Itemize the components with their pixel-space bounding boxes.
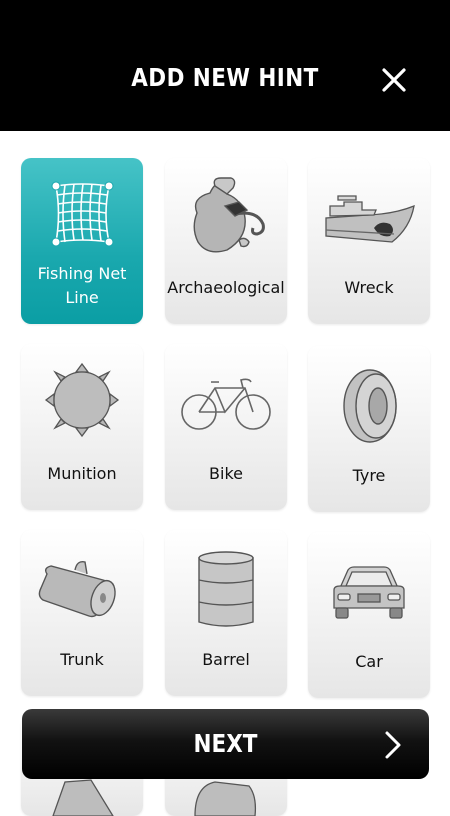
header-bar: ADD NEW HINT	[0, 0, 450, 131]
category-label: Bike	[209, 464, 243, 483]
category-barrel[interactable]: Barrel	[165, 530, 287, 696]
next-button-label: NEXT	[193, 729, 258, 758]
category-tyre[interactable]: Tyre	[308, 346, 430, 512]
category-label: Tyre	[352, 466, 386, 485]
category-wreck[interactable]: Wreck	[308, 158, 430, 324]
category-label: Fishing Net Line	[37, 264, 127, 307]
page-title: ADD NEW HINT	[131, 63, 319, 92]
category-label: Trunk	[60, 650, 104, 669]
fishing-net-icon	[51, 181, 114, 247]
tree-trunk-icon	[38, 560, 116, 618]
category-label: Car	[355, 652, 383, 671]
chevron-right-icon[interactable]	[383, 730, 403, 760]
barrel-icon	[198, 551, 254, 627]
category-fishing-net-line[interactable]: Fishing Net Line	[21, 158, 143, 324]
category-bike[interactable]: Bike	[165, 344, 287, 510]
category-trunk[interactable]: Trunk	[21, 530, 143, 696]
sea-mine-icon	[44, 362, 120, 438]
bicycle-icon	[181, 378, 271, 430]
close-icon[interactable]	[378, 64, 410, 96]
category-label: Archaeological	[167, 278, 285, 297]
amphora-icon	[193, 177, 265, 253]
ship-wreck-icon	[325, 195, 415, 243]
category-label: Wreck	[344, 278, 394, 297]
next-button[interactable]: NEXT	[22, 709, 429, 779]
category-munition[interactable]: Munition	[21, 344, 143, 510]
category-archaeological[interactable]: Archaeological	[165, 158, 287, 324]
category-label: Munition	[47, 464, 117, 483]
tyre-icon	[343, 369, 397, 443]
car-icon	[333, 566, 405, 619]
category-car[interactable]: Car	[308, 532, 430, 698]
category-label: Barrel	[202, 650, 250, 669]
